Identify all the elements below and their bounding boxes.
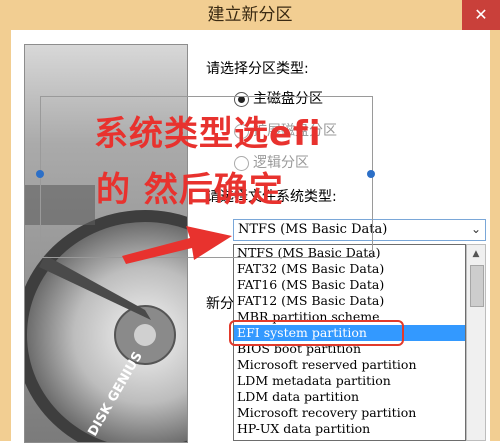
scroll-thumb[interactable]: [470, 265, 484, 307]
resize-handle-left[interactable]: [36, 170, 44, 178]
dropdown-scrollbar[interactable]: ▲: [466, 244, 486, 441]
window-title: 建立新分区: [207, 5, 293, 25]
window-frame-left: [0, 30, 11, 441]
dropdown-option[interactable]: Microsoft reserved partition: [234, 357, 465, 373]
dropdown-option[interactable]: FAT32 (MS Basic Data): [234, 261, 465, 277]
annotation-highlight-box: [229, 320, 404, 346]
close-button[interactable]: ✕: [462, 0, 500, 30]
scroll-up-arrow-icon[interactable]: ▲: [469, 247, 483, 261]
new-partition-label-partial: 新分: [206, 296, 234, 312]
dropdown-option[interactable]: LDM metadata partition: [234, 373, 465, 389]
chevron-down-icon[interactable]: ⌄: [471, 222, 481, 236]
dropdown-option[interactable]: LDM data partition: [234, 389, 465, 405]
dropdown-option[interactable]: Microsoft recovery partition: [234, 405, 465, 421]
dropdown-option[interactable]: HP-UX data partition: [234, 421, 465, 437]
annotation-arrow-icon: [122, 226, 232, 264]
annotation-line-2: 的 然后确定: [96, 170, 284, 210]
resize-handle-right[interactable]: [367, 170, 375, 178]
window-frame-right: [490, 30, 500, 441]
annotation-line-1: 系统类型选efi: [94, 114, 322, 154]
partition-type-prompt: 请选择分区类型:: [206, 61, 309, 77]
dropdown-option[interactable]: FAT12 (MS Basic Data): [234, 293, 465, 309]
dropdown-option[interactable]: FAT16 (MS Basic Data): [234, 277, 465, 293]
